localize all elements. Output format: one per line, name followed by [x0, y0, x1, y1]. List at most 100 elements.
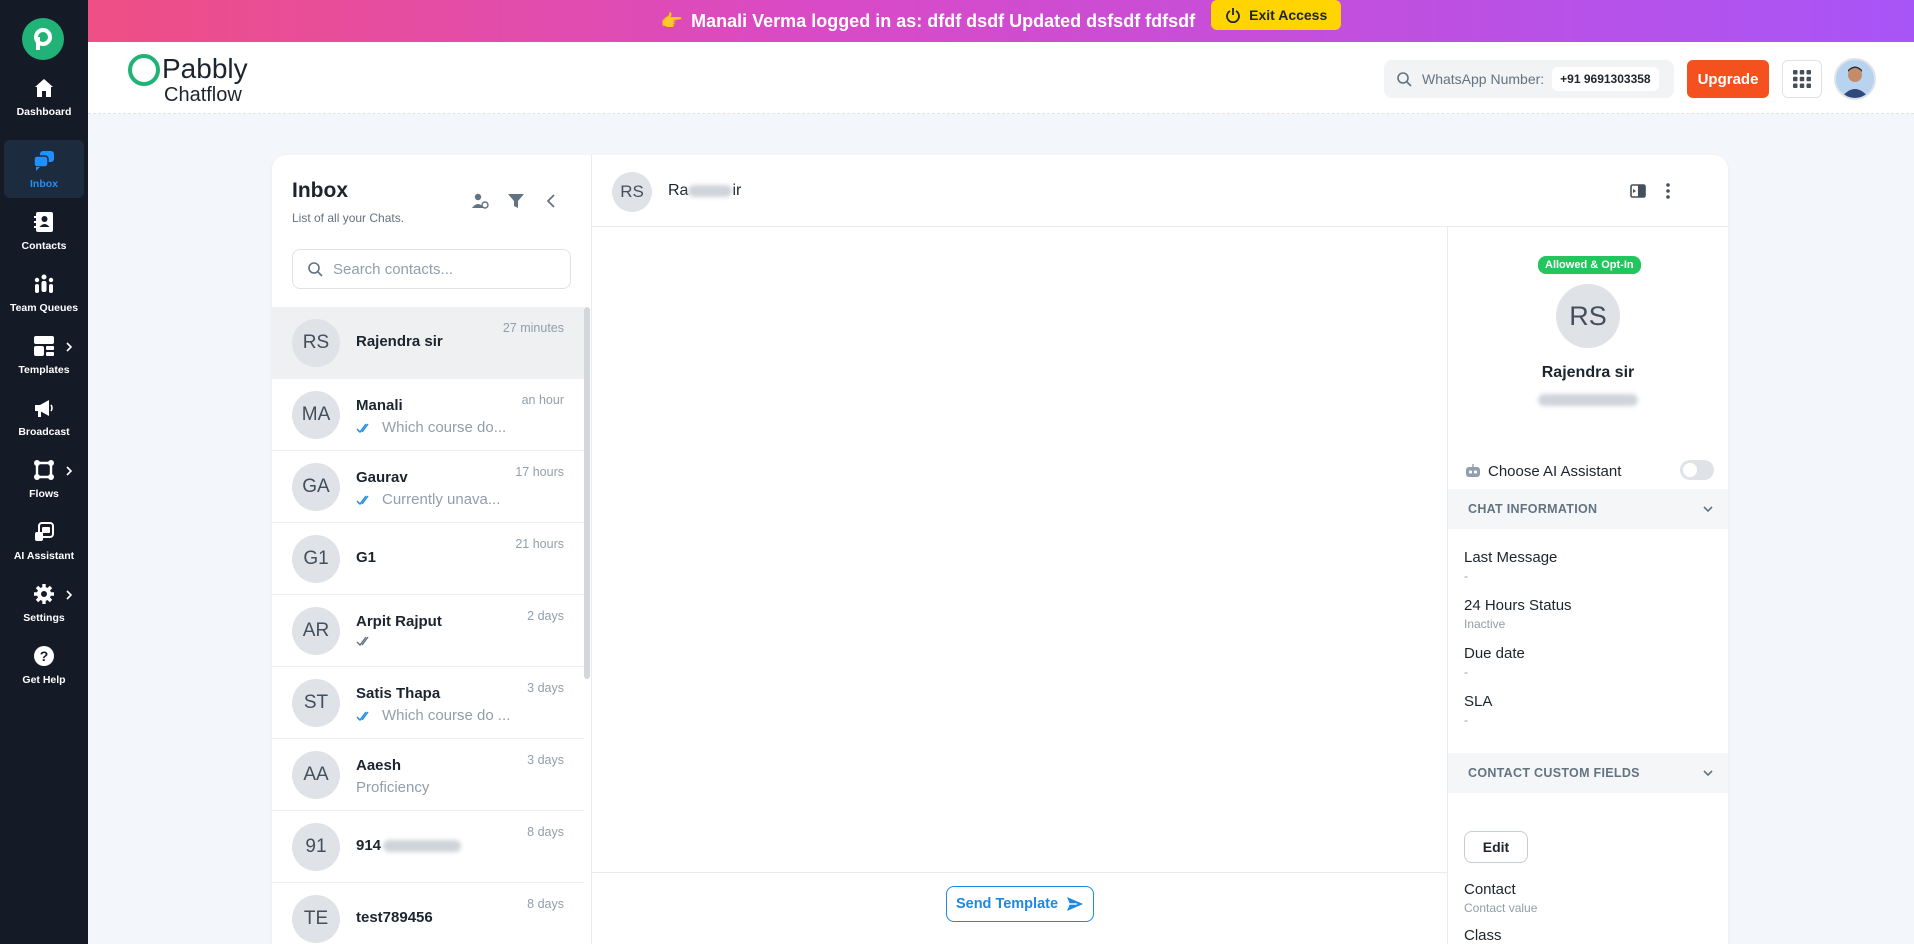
user-avatar[interactable]	[1834, 58, 1876, 100]
chat-list-item[interactable]: AR Arpit Rajput 2 days	[272, 595, 584, 667]
chat-avatar: G1	[292, 535, 340, 583]
conversation-messages-area	[592, 227, 1448, 872]
custom-field-label: Class	[1464, 927, 1502, 944]
search-placeholder: Search contacts...	[333, 260, 454, 278]
chat-preview: Which course do ...	[356, 707, 510, 724]
nav-contacts[interactable]: Contacts	[4, 202, 84, 260]
nav-label: Get Help	[22, 674, 66, 686]
chat-contact-name: Gaurav	[356, 469, 408, 486]
redacted-text	[383, 840, 462, 853]
conversation-avatar[interactable]: RS	[612, 172, 652, 212]
chat-timestamp: 8 days	[527, 825, 564, 839]
chat-preview: Which course do...	[356, 419, 506, 436]
double-check-icon	[356, 495, 369, 505]
nav-templates[interactable]: Templates	[4, 326, 84, 384]
apps-grid-button[interactable]	[1782, 60, 1822, 98]
chat-list-item[interactable]: RS Rajendra sir 27 minutes	[272, 307, 584, 379]
chat-list-item[interactable]: GA Gaurav 17 hours Currently unava...	[272, 451, 584, 523]
nav-label: Team Queues	[9, 302, 79, 314]
svg-text:?: ?	[40, 648, 49, 664]
upgrade-button[interactable]: Upgrade	[1687, 60, 1769, 98]
nav-get-help[interactable]: ? Get Help	[4, 636, 84, 694]
nav-ai-assistant[interactable]: AI Assistant	[4, 512, 84, 570]
chat-list-item[interactable]: AA Aaesh 3 days Proficiency	[272, 739, 584, 811]
chat-contact-name: Arpit Rajput	[356, 613, 442, 630]
conversation-name-start: Ra	[668, 182, 689, 199]
hours-status-label: 24 Hours Status	[1464, 597, 1572, 614]
sla-value: -	[1464, 713, 1468, 727]
exit-access-button[interactable]: Exit Access	[1211, 0, 1342, 30]
chat-avatar: AA	[292, 751, 340, 799]
team-icon	[34, 274, 54, 293]
send-template-button[interactable]: Send Template	[946, 886, 1094, 922]
gear-icon	[34, 584, 54, 604]
banner-text: Manali Verma logged in as: dfdf dsdf Upd…	[691, 10, 1196, 31]
chat-list-item[interactable]: G1 G1 21 hours	[272, 523, 584, 595]
chat-timestamp: 8 days	[527, 897, 564, 911]
nav-label: Dashboard	[16, 106, 72, 118]
chat-contact-name-text: Arpit Rajput	[356, 613, 442, 630]
ai-assistant-label: Choose AI Assistant	[1488, 462, 1622, 480]
pabbly-logo-icon[interactable]	[22, 18, 64, 60]
home-icon	[35, 79, 53, 97]
brand-logo[interactable]: Pabbly Chatflow	[128, 53, 248, 106]
conversation-header: RS Ra ir	[592, 155, 1728, 227]
nav-label: Inbox	[30, 178, 58, 190]
whatsapp-number-selector[interactable]: WhatsApp Number: +91 9691303358	[1384, 60, 1674, 98]
toggle-panel-icon[interactable]	[1628, 181, 1648, 201]
collapse-chevron-icon[interactable]	[542, 191, 562, 211]
whatsapp-number-value: +91 9691303358	[1552, 67, 1659, 91]
conversation-name-end: ir	[732, 182, 742, 199]
nav-label: Flows	[29, 488, 59, 500]
chat-avatar: AR	[292, 607, 340, 655]
chat-bubbles-icon	[33, 151, 54, 171]
nav-flows[interactable]: Flows	[4, 450, 84, 508]
edit-custom-fields-button[interactable]: Edit	[1464, 831, 1528, 863]
assign-user-icon[interactable]	[470, 191, 490, 211]
left-navigation: Dashboard Inbox Contacts Team Queues Tem…	[0, 0, 88, 944]
contact-custom-fields-header[interactable]: CONTACT CUSTOM FIELDS	[1448, 753, 1728, 793]
chat-contact-name: 914	[356, 837, 462, 854]
templates-icon	[34, 336, 54, 356]
chat-list-item[interactable]: TE test789456 8 days	[272, 883, 584, 944]
chat-list: RS Rajendra sir 27 minutes MA Manali an hour W…	[272, 307, 584, 944]
more-vertical-icon[interactable]	[1658, 181, 1678, 201]
chat-contact-name-text: Aaesh	[356, 757, 402, 774]
chat-list-scrollbar[interactable]	[584, 307, 590, 679]
nav-broadcast[interactable]: Broadcast	[4, 388, 84, 446]
nav-team-queues[interactable]: Team Queues	[4, 264, 84, 322]
chat-contact-name: Manali	[356, 397, 403, 414]
conversation-footer: Send Template	[592, 872, 1448, 944]
nav-settings[interactable]: Settings	[4, 574, 84, 632]
conversation-contact-name[interactable]: Ra ir	[668, 182, 741, 200]
ai-assistant-row: Choose AI Assistant	[1464, 460, 1714, 480]
chat-list-item[interactable]: ST Satis Thapa 3 days Which course do ...	[272, 667, 584, 739]
double-check-icon	[356, 711, 369, 721]
chat-preview: Proficiency	[356, 779, 429, 796]
double-check-icon	[356, 423, 369, 433]
nav-dashboard[interactable]: Dashboard	[4, 68, 84, 126]
chevron-right-icon	[66, 590, 73, 600]
top-header: Pabbly Chatflow WhatsApp Number: +91 969…	[88, 42, 1914, 114]
whatsapp-number-label: WhatsApp Number:	[1422, 71, 1545, 87]
chat-information-header[interactable]: CHAT INFORMATION	[1448, 489, 1728, 529]
redacted-text	[688, 185, 733, 197]
brand-mark-icon	[128, 54, 160, 86]
chat-list-item[interactable]: MA Manali an hour Which course do...	[272, 379, 584, 451]
chat-avatar: TE	[292, 895, 340, 943]
grid-icon	[1793, 70, 1811, 88]
chat-information-title: CHAT INFORMATION	[1468, 502, 1598, 516]
contact-details-pane: Allowed & Opt-In RS Rajendra sir Choose …	[1448, 227, 1728, 944]
last-message-label: Last Message	[1464, 549, 1558, 566]
chat-list-item[interactable]: 91 914 8 days	[272, 811, 584, 883]
contact-custom-fields-title: CONTACT CUSTOM FIELDS	[1468, 766, 1640, 780]
chat-contact-name-text: 914	[356, 837, 382, 854]
nav-inbox[interactable]: Inbox	[4, 140, 84, 198]
search-contacts-input[interactable]: Search contacts...	[292, 249, 571, 289]
chat-timestamp: 2 days	[527, 609, 564, 623]
chat-avatar: MA	[292, 391, 340, 439]
ai-assistant-toggle[interactable]	[1680, 460, 1714, 480]
contact-avatar: RS	[1556, 284, 1620, 348]
brand-name: Pabbly	[162, 53, 248, 84]
filter-icon[interactable]	[506, 191, 526, 211]
